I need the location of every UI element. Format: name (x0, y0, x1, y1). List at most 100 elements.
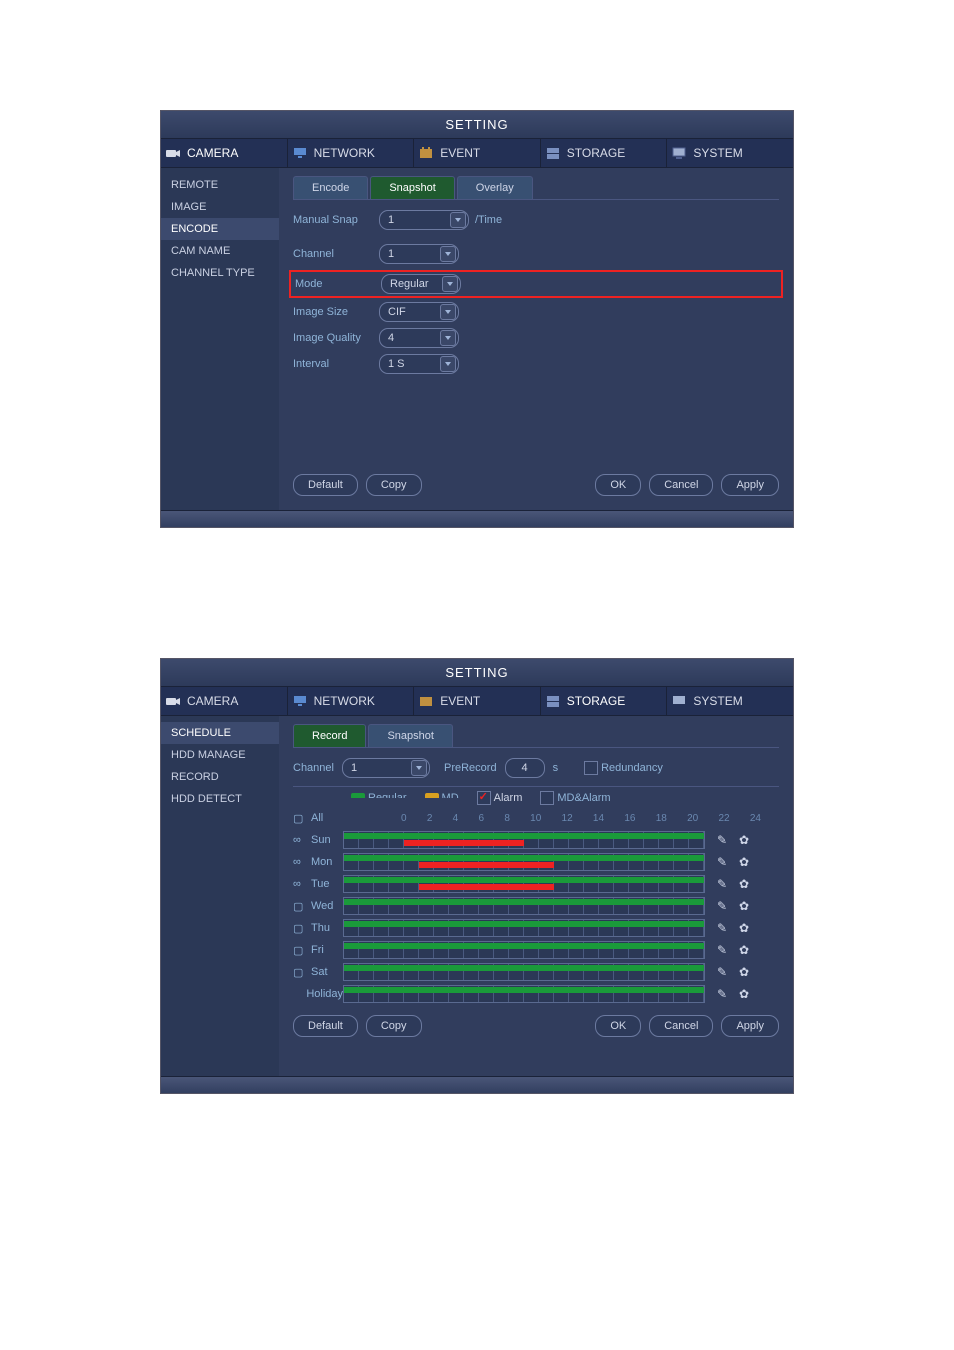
prerecord-label: PreRecord (444, 762, 497, 774)
sidebar-item-schedule[interactable]: SCHEDULE (161, 722, 279, 744)
schedule-row-fri: ▢Fri✎✿ (293, 939, 779, 961)
schedule-row-thu: ▢Thu✎✿ (293, 917, 779, 939)
window-title: SETTING (161, 111, 793, 139)
channel-label: Channel (293, 762, 334, 774)
all-checkbox[interactable]: ▢ (293, 812, 307, 825)
topnav-storage[interactable]: STORAGE (541, 687, 668, 715)
link-icon[interactable]: ▢ (293, 966, 307, 979)
topnav-network[interactable]: NETWORK (288, 687, 415, 715)
sidebar-item-hdddetect[interactable]: HDD DETECT (161, 788, 279, 810)
topnav-camera[interactable]: CAMERA (161, 687, 288, 715)
day-label: Sun (311, 834, 331, 846)
settings-window-schedule: SETTING CAMERA NETWORK EVENT STORAGE (160, 658, 794, 1094)
manual-snap-select[interactable]: 1 (379, 210, 469, 230)
day-label: Tue (311, 878, 330, 890)
default-button[interactable]: Default (293, 474, 358, 496)
gear-icon[interactable]: ✿ (737, 877, 751, 891)
tab-encode[interactable]: Encode (293, 176, 368, 199)
topnav-system-label: SYSTEM (693, 694, 742, 708)
image-quality-value: 4 (388, 332, 394, 344)
timeline-sat[interactable] (343, 963, 705, 981)
timeline-tue[interactable] (343, 875, 705, 893)
edit-icon[interactable]: ✎ (715, 965, 729, 979)
prerecord-suffix: s (553, 762, 559, 774)
topnav-system-label: SYSTEM (693, 146, 742, 160)
channel-select[interactable]: 1 (379, 244, 459, 264)
cancel-button[interactable]: Cancel (649, 1015, 713, 1037)
link-icon[interactable]: ∞ (293, 878, 307, 890)
gear-icon[interactable]: ✿ (737, 855, 751, 869)
encode-tabs: Encode Snapshot Overlay (293, 176, 779, 200)
topnav-event[interactable]: EVENT (414, 687, 541, 715)
edit-icon[interactable]: ✎ (715, 833, 729, 847)
tab-snapshot[interactable]: Snapshot (370, 176, 454, 199)
sidebar-item-record[interactable]: RECORD (161, 766, 279, 788)
timeline-fri[interactable] (343, 941, 705, 959)
gear-icon[interactable]: ✿ (737, 921, 751, 935)
topnav-network[interactable]: NETWORK (288, 139, 415, 167)
edit-icon[interactable]: ✎ (715, 899, 729, 913)
topnav-event[interactable]: EVENT (414, 139, 541, 167)
mdalarm-checkbox[interactable] (540, 791, 554, 805)
gear-icon[interactable]: ✿ (737, 965, 751, 979)
link-icon[interactable]: ▢ (293, 900, 307, 913)
copy-button[interactable]: Copy (366, 474, 422, 496)
channel-select[interactable]: 1 (342, 758, 430, 778)
link-icon[interactable]: ∞ (293, 834, 307, 846)
timeline-wed[interactable] (343, 897, 705, 915)
network-icon (292, 694, 308, 708)
edit-icon[interactable]: ✎ (715, 855, 729, 869)
gear-icon[interactable]: ✿ (737, 833, 751, 847)
ok-button[interactable]: OK (595, 474, 641, 496)
topnav-camera[interactable]: CAMERA (161, 139, 288, 167)
edit-icon[interactable]: ✎ (715, 921, 729, 935)
topnav-storage[interactable]: STORAGE (541, 139, 668, 167)
ok-button[interactable]: OK (595, 1015, 641, 1037)
apply-button[interactable]: Apply (721, 474, 779, 496)
gear-icon[interactable]: ✿ (737, 899, 751, 913)
apply-button[interactable]: Apply (721, 1015, 779, 1037)
tab-record[interactable]: Record (293, 724, 366, 747)
default-button[interactable]: Default (293, 1015, 358, 1037)
image-quality-select[interactable]: 4 (379, 328, 459, 348)
redundancy-checkbox[interactable] (584, 761, 598, 775)
edit-icon[interactable]: ✎ (715, 877, 729, 891)
image-size-select[interactable]: CIF (379, 302, 459, 322)
interval-select[interactable]: 1 S (379, 354, 459, 374)
timeline-sun[interactable] (343, 831, 705, 849)
timeline-mon[interactable] (343, 853, 705, 871)
sidebar-item-channeltype[interactable]: CHANNEL TYPE (161, 262, 279, 284)
schedule-tabs: Record Snapshot (293, 724, 779, 748)
sidebar-item-hddmanage[interactable]: HDD MANAGE (161, 744, 279, 766)
prerecord-input[interactable] (505, 758, 545, 778)
schedule-row-sun: ∞ Sun ✎ ✿ (293, 829, 779, 851)
cancel-button[interactable]: Cancel (649, 474, 713, 496)
schedule-row-mon: ∞Mon✎✿ (293, 851, 779, 873)
sidebar-item-encode[interactable]: ENCODE (161, 218, 279, 240)
legend-alarm: Alarm (494, 792, 523, 804)
topnav-network-label: NETWORK (314, 694, 375, 708)
timeline-thu[interactable] (343, 919, 705, 937)
gear-icon[interactable]: ✿ (737, 987, 751, 1001)
edit-icon[interactable]: ✎ (715, 943, 729, 957)
sidebar-item-camname[interactable]: CAM NAME (161, 240, 279, 262)
alarm-checkbox[interactable] (477, 791, 491, 805)
timeline-holiday[interactable] (343, 985, 705, 1003)
sidebar-item-remote[interactable]: REMOTE (161, 174, 279, 196)
gear-icon[interactable]: ✿ (737, 943, 751, 957)
tab-snapshot[interactable]: Snapshot (368, 724, 452, 747)
chevron-down-icon (440, 304, 456, 320)
copy-button[interactable]: Copy (366, 1015, 422, 1037)
topnav-system[interactable]: SYSTEM (667, 139, 793, 167)
top-navigation: CAMERA NETWORK EVENT STORAGE SYSTEM (161, 687, 793, 716)
day-label: Wed (311, 900, 333, 912)
link-icon[interactable]: ▢ (293, 944, 307, 957)
manual-snap-label: Manual Snap (293, 214, 379, 226)
tab-overlay[interactable]: Overlay (457, 176, 533, 199)
mode-select[interactable]: Regular (381, 274, 461, 294)
edit-icon[interactable]: ✎ (715, 987, 729, 1001)
link-icon[interactable]: ∞ (293, 856, 307, 868)
topnav-system[interactable]: SYSTEM (667, 687, 793, 715)
link-icon[interactable]: ▢ (293, 922, 307, 935)
sidebar-item-image[interactable]: IMAGE (161, 196, 279, 218)
